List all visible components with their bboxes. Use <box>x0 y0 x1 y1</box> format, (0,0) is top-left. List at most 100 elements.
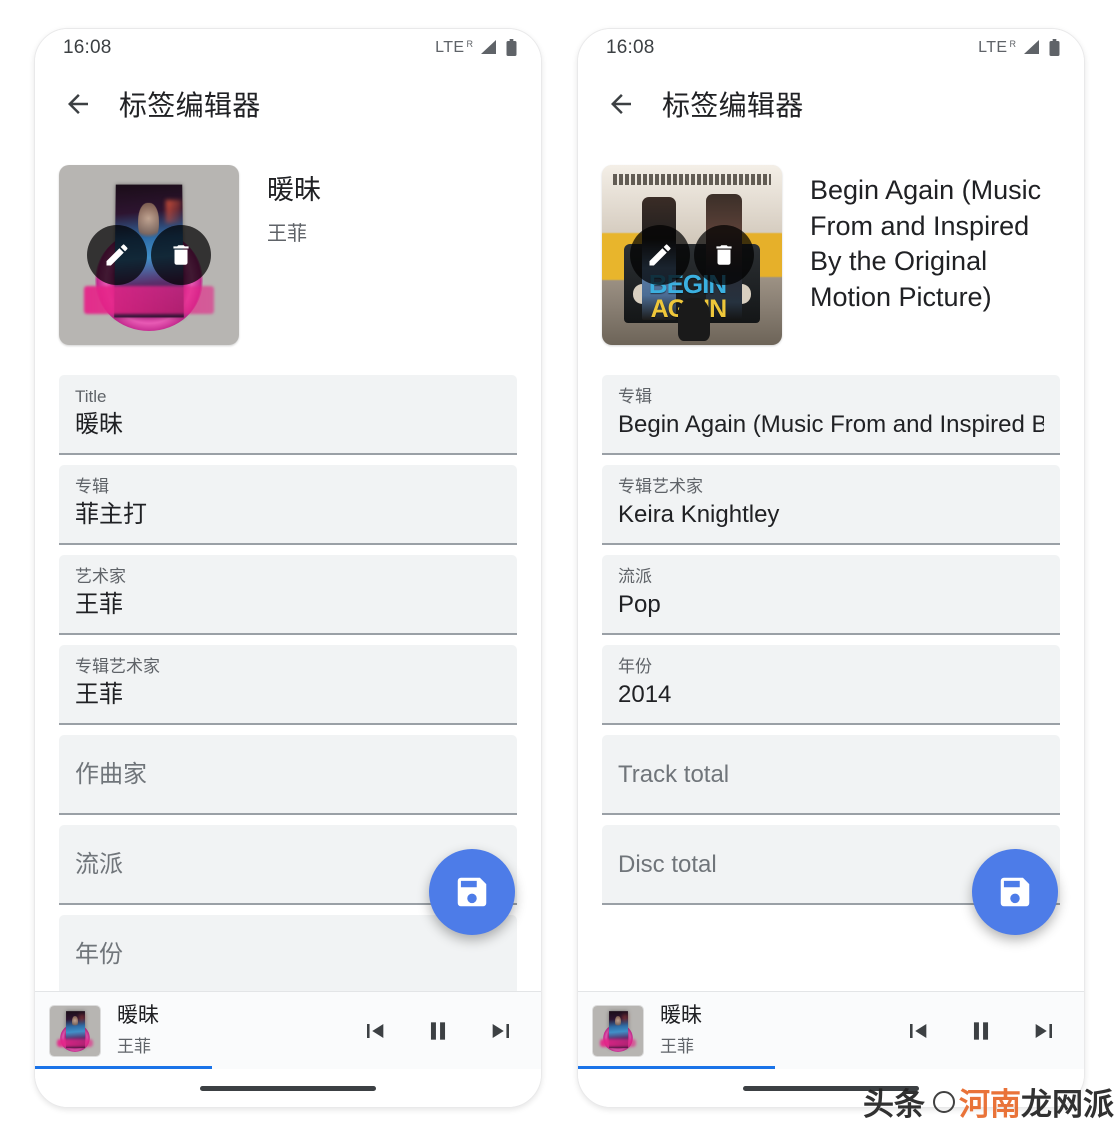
mini-player-controls <box>359 1016 523 1046</box>
field-label: 专辑艺术家 <box>618 477 703 496</box>
album-art-begin-again[interactable]: BEGIN AGAIN <box>602 165 782 345</box>
mini-player-controls <box>902 1016 1066 1046</box>
field-value: 暖昧 <box>75 411 123 439</box>
pause-icon <box>430 1021 446 1040</box>
playback-progress-bar[interactable] <box>578 1066 1084 1069</box>
content-right: BEGIN AGAIN <box>578 141 1084 991</box>
back-button[interactable] <box>61 87 95 121</box>
field-label: 专辑艺术家 <box>75 657 160 676</box>
album-header-left: 暖昧 王菲 <box>59 141 517 345</box>
playback-progress-fill <box>578 1066 776 1069</box>
album-header-text-right: Begin Again (Music From and Inspired By … <box>810 165 1060 316</box>
album-title: 暖昧 <box>267 175 321 205</box>
mini-player-meta: 暖昧 王菲 <box>117 1004 359 1057</box>
field-album-artist[interactable]: 专辑艺术家 王菲 <box>59 645 517 725</box>
page-title: 标签编辑器 <box>662 90 804 121</box>
mini-player-right[interactable]: 暖昧 王菲 <box>578 991 1084 1069</box>
field-label: Title <box>75 387 107 406</box>
app-bar-right: 标签编辑器 <box>578 67 1084 141</box>
status-bar-left: 16:08 LTE R <box>35 29 541 67</box>
skip-next-icon <box>1035 1023 1052 1038</box>
mini-player-art-image <box>50 1005 100 1056</box>
pencil-icon <box>106 244 128 266</box>
save-button[interactable] <box>972 849 1058 935</box>
navigation-bar-left <box>35 1069 541 1107</box>
watermark-part2: 河南 <box>959 1087 1021 1122</box>
roaming-label: R <box>1009 39 1017 49</box>
album-artist: 王菲 <box>267 222 307 245</box>
status-clock: 16:08 <box>63 37 112 58</box>
delete-artwork-button[interactable] <box>694 225 754 285</box>
play-pause-button[interactable] <box>423 1016 453 1046</box>
field-album-artist[interactable]: 专辑艺术家 Keira Knightley <box>602 465 1060 545</box>
network-label: LTE <box>978 39 1008 56</box>
status-icons: LTE R <box>435 39 517 57</box>
watermark: 头条 河南 龙网派 <box>863 1079 1114 1124</box>
battery-icon <box>506 39 517 56</box>
album-art-aimei[interactable] <box>59 165 239 345</box>
watermark-part3: 龙网派 <box>1021 1087 1114 1122</box>
delete-artwork-button[interactable] <box>151 225 211 285</box>
field-year[interactable]: 年份 2014 <box>602 645 1060 725</box>
network-label: LTE <box>435 39 465 56</box>
trash-icon <box>716 245 732 265</box>
edit-artwork-button[interactable] <box>87 225 147 285</box>
field-value: Pop <box>618 591 661 619</box>
mini-player-title: 暖昧 <box>117 1004 159 1028</box>
album-title: Begin Again (Music From and Inspired By … <box>810 175 1042 312</box>
gesture-handle[interactable] <box>200 1085 376 1091</box>
watermark-part1: 头条 <box>863 1087 925 1122</box>
field-placeholder: 作曲家 <box>75 761 147 788</box>
field-label: 艺术家 <box>75 567 126 586</box>
mini-player-art-image <box>593 1005 643 1056</box>
battery-icon <box>1049 39 1060 56</box>
skip-next-button[interactable] <box>487 1016 517 1046</box>
back-button[interactable] <box>604 87 638 121</box>
save-button[interactable] <box>429 849 515 935</box>
field-artist[interactable]: 艺术家 王菲 <box>59 555 517 635</box>
save-icon <box>1000 877 1030 907</box>
field-placeholder: 年份 <box>75 941 123 968</box>
field-label: 专辑 <box>75 477 109 496</box>
field-composer[interactable]: 作曲家 <box>59 735 517 815</box>
app-bar-left: 标签编辑器 <box>35 67 541 141</box>
field-label: 年份 <box>618 657 652 676</box>
mini-player-left[interactable]: 暖昧 王菲 <box>35 991 541 1069</box>
screenshot-stage: 16:08 LTE R 标签编辑器 暖昧 王菲 Title 暖昧 专辑 菲主打 … <box>0 0 1120 1132</box>
roaming-label: R <box>466 39 474 49</box>
skip-previous-button[interactable] <box>359 1016 389 1046</box>
field-value: 2014 <box>618 681 672 709</box>
pause-icon <box>973 1021 989 1040</box>
field-value: 王菲 <box>75 591 123 619</box>
album-header-right: BEGIN AGAIN <box>602 141 1060 345</box>
field-album[interactable]: 专辑 菲主打 <box>59 465 517 545</box>
field-label: 流派 <box>618 567 652 586</box>
field-track-total[interactable]: Track total <box>602 735 1060 815</box>
tag-fields-right: 专辑 Begin Again (Music From and Inspired … <box>602 375 1060 905</box>
network-indicator: LTE R <box>435 39 473 57</box>
skip-next-button[interactable] <box>1030 1016 1060 1046</box>
field-value: 菲主打 <box>75 501 147 529</box>
album-header-text-left: 暖昧 王菲 <box>267 165 517 246</box>
status-bar-right: 16:08 LTE R <box>578 29 1084 67</box>
trash-icon <box>173 245 189 265</box>
mini-player-artist: 王菲 <box>660 1036 694 1056</box>
field-title[interactable]: Title 暖昧 <box>59 375 517 455</box>
playback-progress-bar[interactable] <box>35 1066 541 1069</box>
field-placeholder: Track total <box>618 761 730 788</box>
phone-right: 16:08 LTE R 标签编辑器 BEGIN Begin Again (Mus… <box>577 28 1085 1108</box>
mini-player-art-aimei[interactable] <box>49 1004 101 1057</box>
back-arrow-icon <box>611 94 631 114</box>
mini-player-title: 暖昧 <box>660 1004 702 1028</box>
edit-artwork-button[interactable] <box>630 225 690 285</box>
playback-progress-fill <box>35 1066 213 1069</box>
field-album[interactable]: 专辑 Begin Again (Music From and Inspired … <box>602 375 1060 455</box>
field-genre[interactable]: 流派 Pop <box>602 555 1060 635</box>
circle-logo-icon <box>933 1090 955 1113</box>
mini-player-meta: 暖昧 王菲 <box>660 1004 902 1057</box>
skip-previous-icon <box>367 1023 384 1038</box>
play-pause-button[interactable] <box>966 1016 996 1046</box>
skip-previous-button[interactable] <box>902 1016 932 1046</box>
mini-player-art-aimei[interactable] <box>592 1004 644 1057</box>
status-icons: LTE R <box>978 39 1060 57</box>
